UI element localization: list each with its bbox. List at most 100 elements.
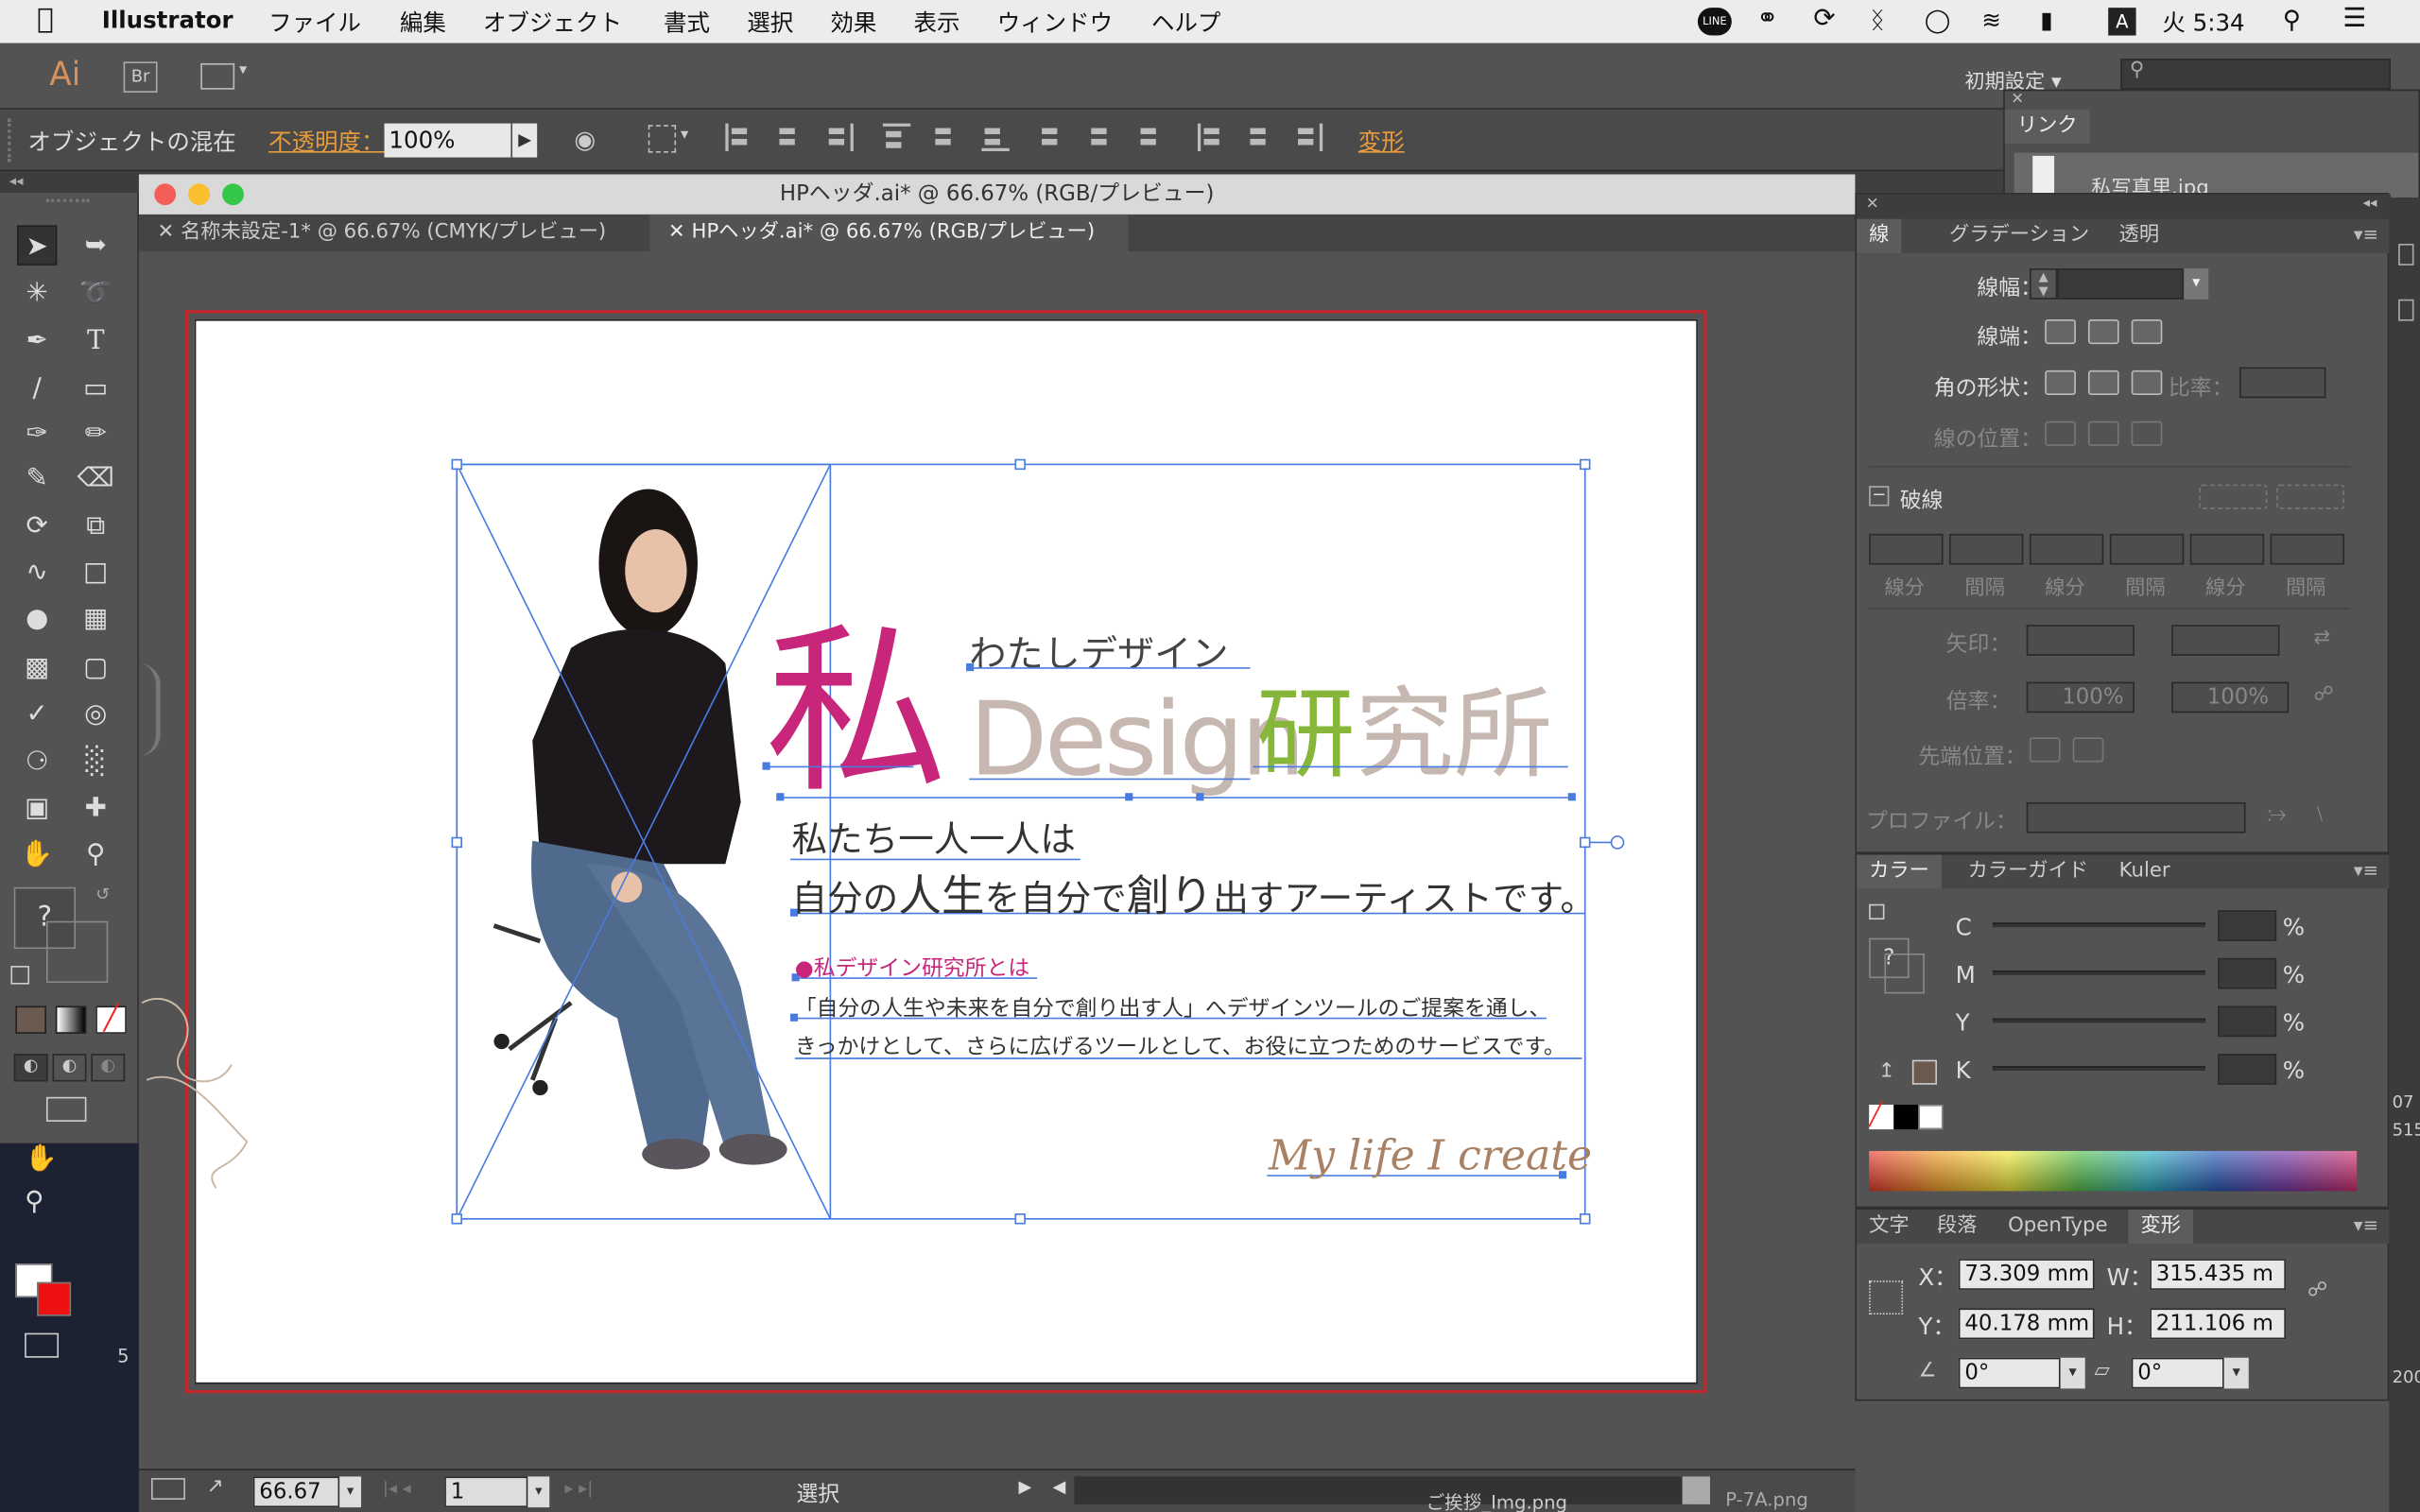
gap3-input[interactable]	[2270, 533, 2344, 565]
menu-window[interactable]: ウィンドウ	[997, 7, 1113, 39]
align-bottom-icon[interactable]	[981, 124, 1010, 151]
distribute-top-icon[interactable]	[1039, 124, 1066, 151]
gradient-mode-icon[interactable]	[55, 1005, 87, 1034]
shear-input[interactable]: 0°	[2131, 1357, 2224, 1389]
link-scale-icon[interactable]: ☍	[2313, 683, 2334, 706]
mesh-tool-icon[interactable]: ▩	[17, 648, 57, 688]
arrange-dropdown-icon[interactable]: ▾	[239, 61, 247, 78]
menu-object[interactable]: オブジェクト	[483, 7, 622, 39]
search-input[interactable]	[2120, 59, 2391, 90]
dash-align-corners-icon[interactable]	[2276, 484, 2344, 509]
rotate-input[interactable]: 0°	[1958, 1357, 2061, 1389]
projecting-cap-icon[interactable]	[2131, 318, 2163, 345]
line-icon[interactable]: LINE	[1697, 8, 1732, 36]
blend-tool-icon[interactable]: ◎	[76, 695, 115, 734]
x-input[interactable]: 73.309 mm	[1958, 1259, 2095, 1290]
slice-tool-icon[interactable]: ✚	[76, 788, 115, 828]
first-artboard-icon[interactable]: |◂ ◂	[383, 1478, 411, 1498]
arrow-start-select[interactable]	[2026, 625, 2135, 656]
arrow-tip-extend-icon[interactable]	[2029, 737, 2061, 763]
tools-grip[interactable]	[45, 198, 90, 206]
line-tool-icon[interactable]: ∕	[17, 369, 57, 408]
artboard-tool-icon[interactable]: ▣	[17, 788, 57, 828]
default-colors-icon[interactable]	[10, 966, 30, 985]
rotate-tool-icon[interactable]: ⟳	[17, 507, 57, 546]
m-slider[interactable]	[1992, 970, 2206, 975]
constrain-proportions-icon[interactable]: ☍	[2308, 1279, 2328, 1301]
round-join-icon[interactable]	[2087, 369, 2119, 395]
lasso-tool-icon[interactable]: ➰	[76, 273, 115, 313]
free-transform-tool-icon[interactable]: □	[76, 552, 115, 592]
perspective-grid-tool-icon[interactable]: ▦	[76, 598, 115, 638]
menu-help[interactable]: ヘルプ	[1151, 7, 1220, 39]
draw-inside-icon[interactable]: ◐	[91, 1054, 126, 1082]
distribute-middle-icon[interactable]	[1088, 124, 1115, 151]
align-outside-stroke-icon[interactable]	[2131, 421, 2163, 446]
collapse-panel-icon[interactable]: ◂◂	[2363, 196, 2377, 211]
y-slider[interactable]	[1992, 1018, 2206, 1023]
swap-arrows-icon[interactable]: ⇄	[2313, 627, 2330, 649]
out-of-gamut-icon[interactable]: ↥	[1878, 1060, 1895, 1083]
tab-gradient[interactable]: グラデーション	[1937, 219, 2101, 253]
pencil-tool-icon[interactable]: ✏	[76, 414, 115, 454]
share-icon[interactable]: ↗	[207, 1475, 224, 1498]
color-mode-icon[interactable]	[15, 1005, 46, 1034]
rotate-handle[interactable]	[1610, 835, 1625, 850]
align-inside-stroke-icon[interactable]	[2087, 421, 2119, 446]
zoom-window-button[interactable]	[222, 183, 244, 206]
dash2-input[interactable]	[2029, 533, 2104, 565]
last-artboard-icon[interactable]: ▸ ▸|	[565, 1478, 594, 1498]
about-desc-line2[interactable]: きっかけとして、さらに広げるツールとして、お役に立つためのサービスです。	[795, 1035, 1565, 1059]
selection-tool-icon[interactable]: ➤	[16, 225, 58, 266]
pen-tool-icon[interactable]: ✒	[17, 321, 57, 361]
input-method-icon[interactable]: A	[2108, 8, 2136, 36]
opacity-dropdown-icon[interactable]: ▶	[512, 123, 538, 158]
horizontal-scrollbar[interactable]	[1074, 1476, 1689, 1504]
tagline-line1[interactable]: 私たち一人一人は	[792, 818, 1076, 860]
eyedropper-tool-icon[interactable]: ✓	[17, 695, 57, 734]
script-tagline[interactable]: My life I create	[1268, 1132, 1592, 1180]
miter-join-icon[interactable]	[2045, 369, 2076, 395]
flip-across-icon[interactable]: ⧵	[2317, 804, 2324, 827]
status-settings-icon[interactable]	[150, 1478, 185, 1500]
arrow-tip-place-icon[interactable]	[2072, 737, 2104, 763]
color-spectrum[interactable]	[1869, 1150, 2358, 1192]
c-input[interactable]	[2218, 910, 2277, 941]
screen-mode-icon[interactable]	[45, 1096, 87, 1122]
close-panel-icon[interactable]: ✕	[1866, 196, 1879, 213]
k-slider[interactable]	[1992, 1066, 2206, 1072]
wifi-icon[interactable]: ≋	[1981, 7, 2001, 34]
arrange-documents-icon[interactable]	[200, 62, 235, 90]
recolor-icon[interactable]: ◉	[574, 125, 596, 154]
bridge-button[interactable]: Br	[123, 61, 158, 93]
hand-tool-icon[interactable]: ✋	[17, 834, 57, 874]
artboard-number-input[interactable]: 1	[444, 1476, 528, 1508]
type-tool-icon[interactable]: T	[76, 321, 115, 361]
status-mode[interactable]: 選択	[796, 1478, 839, 1509]
logo-kyusho[interactable]: 究所	[1355, 677, 1552, 792]
align-to-icon[interactable]	[648, 125, 677, 153]
zoom-tool-icon[interactable]: ⚲	[76, 834, 115, 874]
stroke-swatch[interactable]	[45, 920, 109, 983]
bevel-join-icon[interactable]	[2131, 369, 2163, 395]
notification-center-icon[interactable]: ☰	[2342, 3, 2366, 34]
dock-icon[interactable]	[2398, 243, 2414, 266]
dock-icon[interactable]	[2398, 299, 2414, 321]
app-menu[interactable]: Illustrator	[102, 7, 233, 34]
menu-effect[interactable]: 効果	[830, 7, 876, 39]
stroke-color-swatch[interactable]	[1884, 953, 1925, 994]
rectangle-tool-icon[interactable]: ▭	[76, 369, 115, 408]
tab-character[interactable]: 文字	[1857, 1210, 1922, 1244]
logo-kanji[interactable]: 私	[766, 607, 948, 818]
last-color-swatch[interactable]	[1911, 1059, 1937, 1085]
warp-tool-icon[interactable]: ∿	[17, 552, 57, 592]
column-graph-tool-icon[interactable]: ░	[76, 742, 115, 782]
stroke-weight-dropdown-icon[interactable]: ▾	[2184, 268, 2209, 300]
menu-file[interactable]: ファイル	[268, 7, 361, 39]
rotate-dropdown-icon[interactable]: ▾	[2060, 1357, 2085, 1389]
gap2-input[interactable]	[2109, 533, 2185, 565]
distribute-right-icon[interactable]	[1295, 123, 1323, 151]
collapse-tools-icon[interactable]: ◂◂	[9, 174, 24, 189]
tagline-line2[interactable]: 自分の人生を自分で創り出すアーティストです。	[792, 870, 1596, 920]
distribute-center-icon[interactable]	[1247, 124, 1274, 151]
